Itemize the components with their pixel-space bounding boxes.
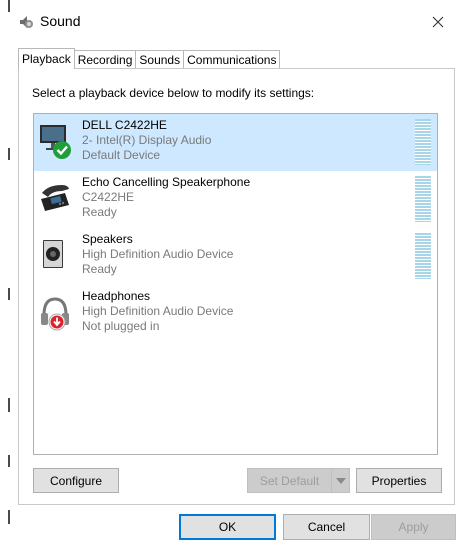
- monitor-default-icon: [38, 120, 74, 160]
- cancel-button[interactable]: Cancel: [283, 514, 370, 540]
- volume-level-meter: [415, 176, 431, 222]
- playback-panel: Select a playback device below to modify…: [18, 68, 455, 505]
- properties-button[interactable]: Properties: [356, 468, 442, 493]
- device-name: Echo Cancelling Speakerphone: [82, 175, 251, 189]
- device-name: Headphones: [82, 289, 151, 303]
- device-list[interactable]: DELL C2422HE 2- Intel(R) Display Audio D…: [33, 113, 438, 455]
- device-status: Ready: [82, 205, 117, 219]
- set-default-dropdown-button[interactable]: [331, 468, 350, 493]
- tab-communications[interactable]: Communications: [183, 50, 281, 69]
- device-item-headphones[interactable]: Headphones High Definition Audio Device …: [34, 285, 437, 342]
- ok-button[interactable]: OK: [179, 514, 276, 540]
- volume-level-meter: [415, 119, 431, 165]
- device-description: High Definition Audio Device: [82, 247, 234, 261]
- device-name: Speakers: [82, 232, 133, 246]
- background-window-edge: [0, 0, 10, 542]
- device-item-speakers[interactable]: Speakers High Definition Audio Device Re…: [34, 228, 437, 285]
- device-description: 2- Intel(R) Display Audio: [82, 133, 212, 147]
- device-item-dell-c2422he[interactable]: DELL C2422HE 2- Intel(R) Display Audio D…: [34, 114, 437, 171]
- device-status: Not plugged in: [82, 319, 160, 333]
- volume-level-meter: [415, 233, 431, 279]
- configure-button[interactable]: Configure: [33, 468, 119, 493]
- device-item-echo-cancelling-speakerphone[interactable]: Echo Cancelling Speakerphone C2422HE Rea…: [34, 171, 437, 228]
- title-bar[interactable]: Sound: [10, 0, 456, 40]
- apply-button[interactable]: Apply: [371, 514, 456, 540]
- speakerphone-icon: [38, 177, 74, 217]
- close-button[interactable]: [424, 8, 452, 36]
- headphones-unplugged-icon: [38, 291, 74, 331]
- device-status: Default Device: [82, 148, 161, 162]
- sound-app-icon: [18, 14, 34, 30]
- speaker-icon: [38, 234, 74, 274]
- instruction-text: Select a playback device below to modify…: [32, 86, 315, 100]
- device-description: C2422HE: [82, 190, 135, 204]
- window-title: Sound: [40, 13, 81, 29]
- tab-sounds[interactable]: Sounds: [135, 50, 185, 69]
- close-icon: [432, 16, 444, 28]
- chevron-down-icon: [335, 477, 346, 484]
- sound-dialog: Sound Playback Recording Sounds Communic…: [10, 0, 456, 542]
- tab-playback[interactable]: Playback: [18, 48, 75, 69]
- tab-strip: Playback Recording Sounds Communications: [18, 48, 281, 69]
- device-description: High Definition Audio Device: [82, 304, 234, 318]
- set-default-button[interactable]: Set Default: [247, 468, 332, 493]
- device-name: DELL C2422HE: [82, 118, 167, 132]
- device-status: Ready: [82, 262, 117, 276]
- tab-recording[interactable]: Recording: [73, 50, 137, 69]
